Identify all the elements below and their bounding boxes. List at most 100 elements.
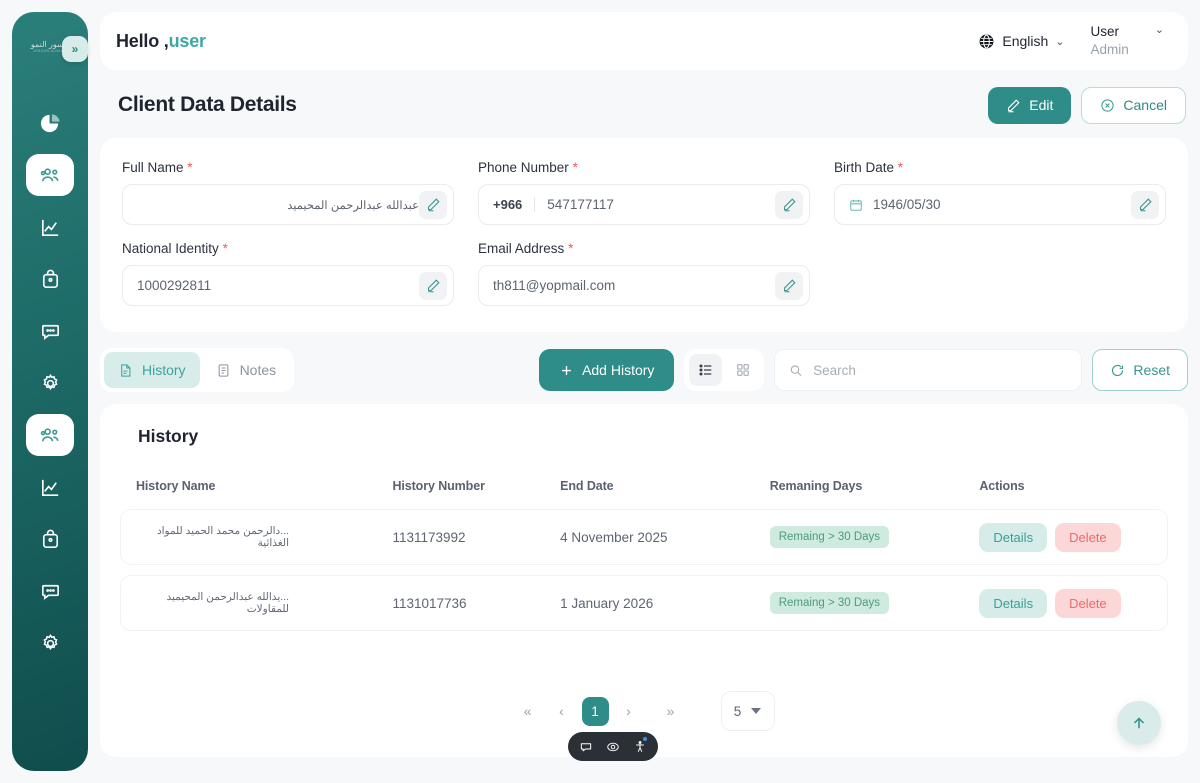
refresh-icon [1110,363,1125,378]
birth-date-input[interactable]: 1946/05/30 [834,184,1166,225]
tab-history[interactable]: History [104,352,200,388]
app-root: جسور النمو JOSOUR ALNAMO [0,0,1200,783]
sidebar-nav [12,102,88,664]
tab-notes[interactable]: Notes [202,352,291,388]
sidebar-item-messages[interactable] [26,310,74,352]
language-selector[interactable]: English ⌄ [978,33,1064,50]
pagination: « ‹ 1 › » 5 [100,691,1188,731]
country-code: +966 [493,197,535,212]
row-actions: Details Delete [979,523,1120,552]
greeting-username: user [169,31,206,51]
sidebar-item-analytics[interactable] [26,466,74,508]
required-marker: * [187,160,192,175]
sidebar-item-dashboard[interactable] [26,102,74,144]
pencil-icon [426,197,441,212]
pagination-next[interactable]: › [615,697,643,725]
list-view-button[interactable] [689,354,722,386]
chevron-down-icon [751,708,761,714]
edit-button-label: Edit [1029,97,1053,113]
pagination-prev[interactable]: ‹ [548,697,576,725]
table-row[interactable]: ...يدالله عبدالرحمن المحيميد للمقاولات 1… [120,575,1168,631]
sidebar-item-preferences[interactable] [26,622,74,664]
field-empty-slot [834,241,1166,306]
page-actions: Edit Cancel [988,87,1186,124]
search-icon [789,363,803,378]
cancel-button-label: Cancel [1123,97,1167,113]
chat-icon [39,580,62,603]
sidebar-expand-button[interactable]: » [62,36,88,62]
national-identity-input[interactable]: 1000292811 [122,265,454,306]
history-name: ...يدالله عبدالرحمن المحيميد للمقاولات [137,591,289,615]
globe-icon [978,33,995,50]
column-actions: Actions [979,479,1168,499]
edit-button[interactable]: Edit [988,87,1071,124]
sidebar-item-clients[interactable] [26,154,74,196]
search-box[interactable] [774,349,1082,391]
delete-button[interactable]: Delete [1055,523,1121,552]
page-content: Client Data Details Edit Cancel [100,82,1188,757]
page-header: Client Data Details Edit Cancel [100,82,1188,128]
field-email-address: Email Address * th811@yopmail.com [478,241,810,306]
history-table: History Name History Number End Date Rem… [120,469,1168,641]
details-button[interactable]: Details [979,523,1047,552]
status-badge: Remaing > 30 Days [770,592,889,614]
pagination-first[interactable]: « [514,697,542,725]
page-size-select[interactable]: 5 [721,691,775,731]
chevron-down-icon: ⌄ [1155,23,1164,36]
table-body: ...دالرحمن محمد الحميد للمواد الغذائية 1… [120,509,1168,631]
notification-dot [643,737,647,741]
delete-button[interactable]: Delete [1055,589,1121,618]
list-view-icon [698,362,714,378]
edit-birth-date-button[interactable] [1131,191,1159,219]
history-number: 1131017736 [392,575,560,631]
email-address-input[interactable]: th811@yopmail.com [478,265,810,306]
national-identity-value: 1000292811 [137,278,419,293]
required-marker: * [573,160,578,175]
sidebar-item-portfolio[interactable] [26,518,74,560]
table-row[interactable]: ...دالرحمن محمد الحميد للمواد الغذائية 1… [120,509,1168,565]
accessibility-icon[interactable] [633,740,647,754]
scroll-to-top-button[interactable] [1117,701,1161,745]
edit-phone-number-button[interactable] [775,191,803,219]
required-marker: * [568,241,573,256]
pagination-last[interactable]: » [657,697,685,725]
history-toolbar: History Notes Add History [100,348,1188,392]
language-label: English [1002,33,1048,49]
line-chart-icon [39,476,62,499]
phone-number-value: 547177117 [547,197,775,212]
chat-bubble-icon[interactable] [579,740,593,754]
user-menu[interactable]: User Admin ⌄ [1091,23,1164,59]
page-size-value: 5 [734,704,742,719]
pagination-page-1[interactable]: 1 [582,697,609,726]
notes-icon [216,363,231,378]
details-button[interactable]: Details [979,589,1047,618]
sidebar-item-reports[interactable] [26,206,74,248]
pie-chart-icon [39,112,62,135]
sidebar-item-support[interactable] [26,570,74,612]
edit-email-address-button[interactable] [775,272,803,300]
end-date: 4 November 2025 [560,509,770,565]
close-circle-icon [1100,98,1115,113]
reset-button[interactable]: Reset [1092,349,1188,391]
eye-icon[interactable] [606,740,620,754]
edit-national-identity-button[interactable] [419,272,447,300]
calendar-icon [849,198,863,212]
sidebar-item-cases[interactable] [26,258,74,300]
topbar-right: English ⌄ User Admin ⌄ [978,23,1172,59]
table-head: History Name History Number End Date Rem… [120,479,1168,499]
field-national-identity: National Identity * 1000292811 [122,241,454,306]
sidebar-item-settings[interactable] [26,362,74,404]
search-input[interactable] [813,363,1067,378]
edit-full-name-button[interactable] [419,191,447,219]
grid-view-button[interactable] [726,354,759,386]
pencil-icon [782,197,797,212]
full-name-input[interactable]: عبدالله عبدالرحمن المحيميد [122,184,454,225]
required-marker: * [898,160,903,175]
full-name-value: عبدالله عبدالرحمن المحيميد [137,198,419,212]
phone-number-input[interactable]: +966 547177117 [478,184,810,225]
cancel-button[interactable]: Cancel [1081,87,1186,124]
column-history-number: History Number [392,479,560,499]
accessibility-widget[interactable] [568,732,658,761]
sidebar-item-users[interactable] [26,414,74,456]
add-history-button[interactable]: Add History [539,349,674,391]
